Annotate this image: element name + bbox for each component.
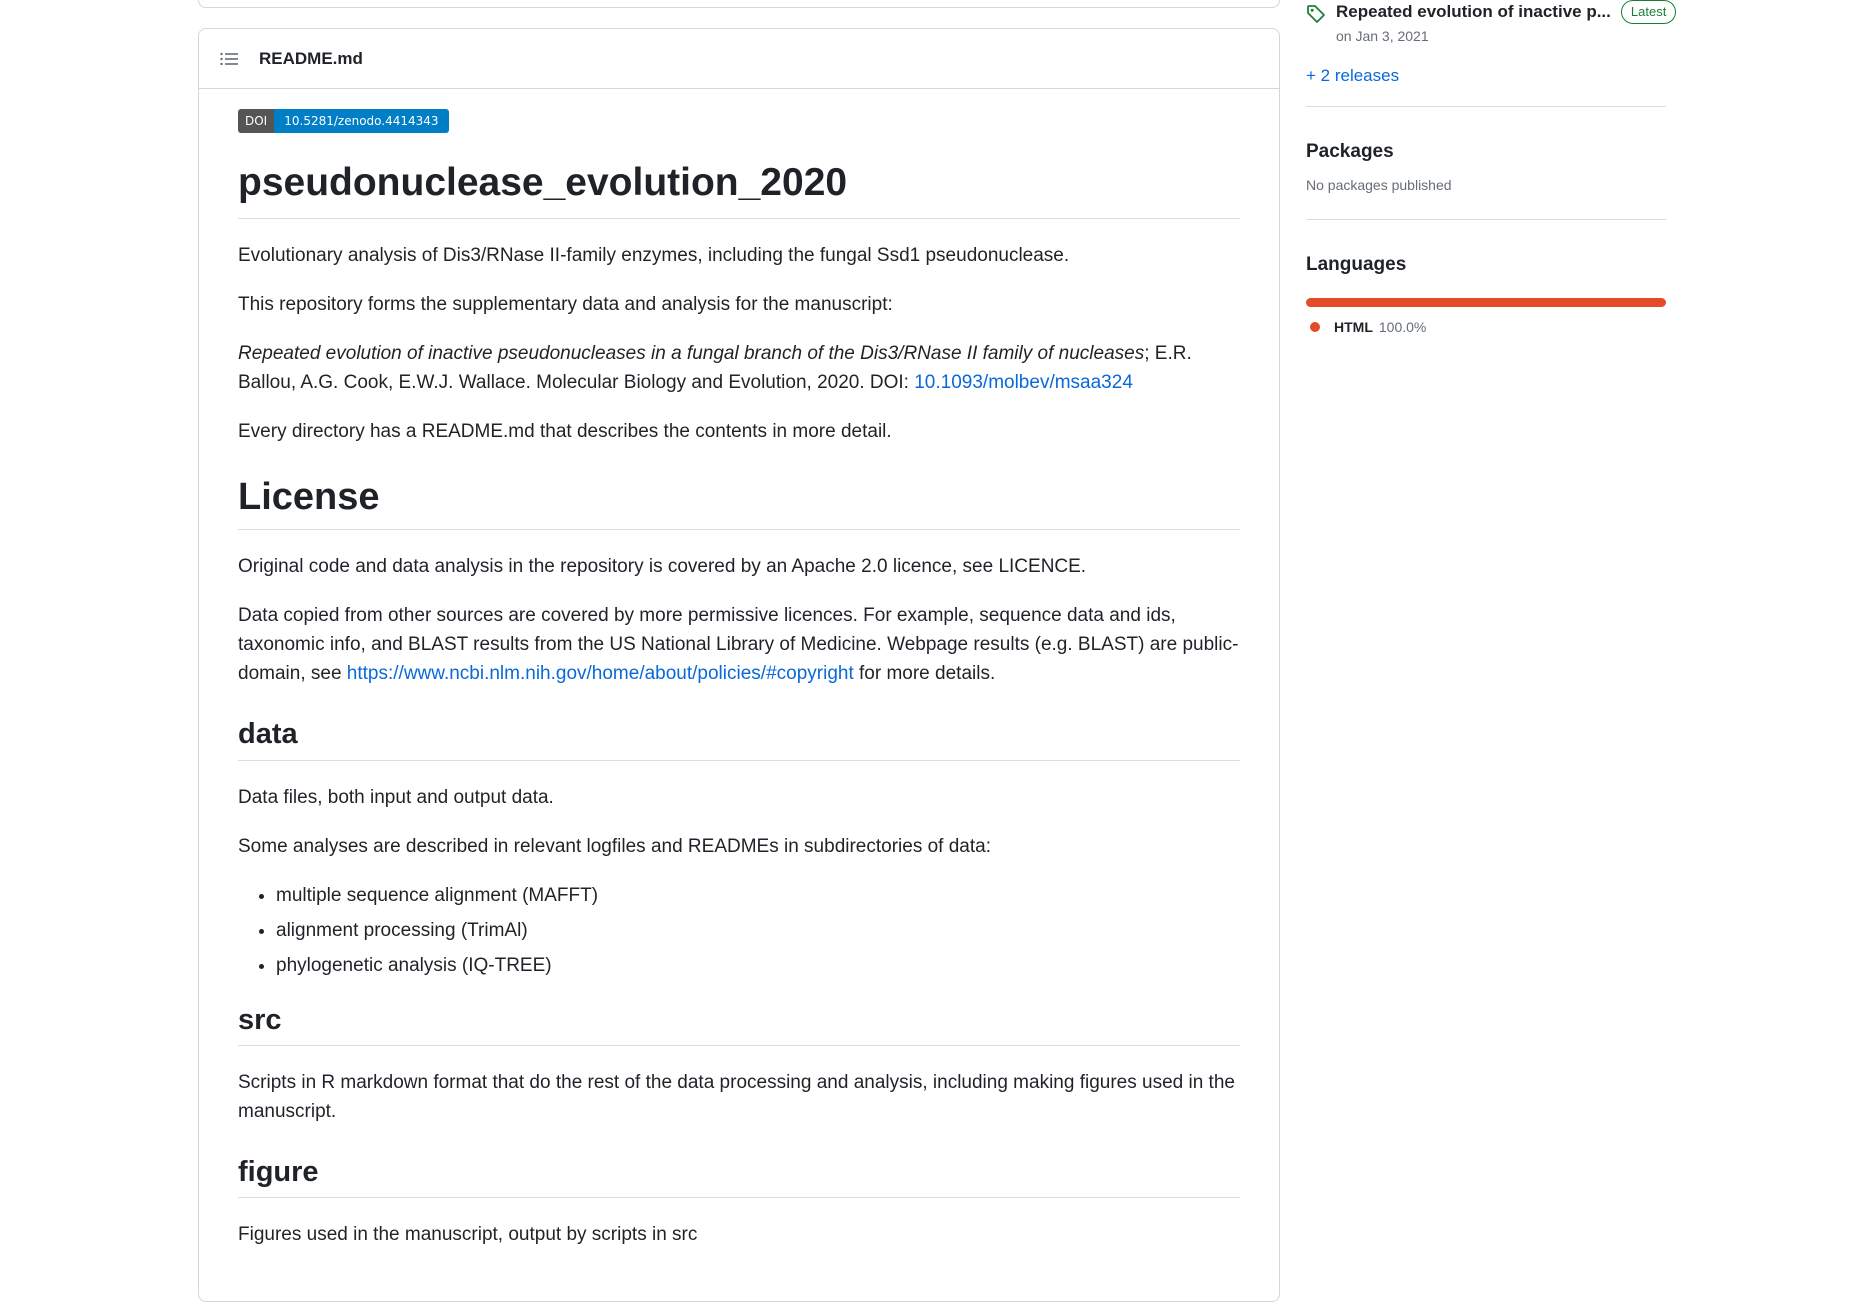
doi-badge-value: 10.5281/zenodo.4414343 [274,109,449,133]
supplementary-paragraph: This repository forms the supplementary … [238,293,893,315]
figure-heading: figure [238,1154,1240,1198]
src-heading: src [238,1002,1240,1046]
tag-icon [1306,4,1326,24]
languages-bar [1306,298,1666,307]
release-title[interactable]: Repeated evolution of inactive p... [1336,2,1611,22]
citation-title: Repeated evolution of inactive pseudonuc… [238,342,1145,364]
packages-empty-text: No packages published [1306,177,1452,193]
readme-header: README.md [199,29,1279,89]
license-paragraph-2-tail: for more details. [853,663,996,685]
license-heading: License [238,474,1240,531]
list-item: phylogenetic analysis (IQ-TREE) [276,951,1240,980]
latest-badge: Latest [1620,0,1677,24]
packages-heading[interactable]: Packages [1306,141,1666,163]
languages-heading: Languages [1306,254,1407,275]
language-percent: 100.0% [1378,319,1427,335]
readme-filename[interactable]: README.md [259,49,363,69]
more-releases-link[interactable]: + 2 releases [1306,66,1666,86]
citation-doi-link[interactable]: 10.1093/molbev/msaa324 [914,372,1133,393]
language-name: HTML [1334,319,1373,335]
data-analysis-list: multiple sequence alignment (MAFFT) alig… [238,881,1240,980]
citation-paragraph: Repeated evolution of inactive pseudonuc… [238,339,1240,397]
doi-badge[interactable]: DOI 10.5281/zenodo.4414343 [238,109,449,133]
intro-paragraph: Evolutionary analysis of Dis3/RNase II-f… [238,244,1070,266]
doi-badge-label: DOI [238,109,275,133]
directory-paragraph: Every directory has a README.md that des… [238,420,892,442]
list-item: alignment processing (TrimAl) [276,916,1240,945]
sidebar-divider [1306,219,1666,220]
sidebar-divider [1306,106,1666,107]
previous-panel-edge [198,0,1280,8]
data-heading: data [238,716,1240,761]
src-paragraph: Scripts in R markdown format that do the… [238,1071,1235,1122]
figure-paragraph: Figures used in the manuscript, output b… [238,1224,698,1245]
latest-release[interactable]: Repeated evolution of inactive p... Late… [1306,0,1677,24]
license-paragraph-1: Original code and data analysis in the r… [238,556,1087,578]
release-date: on Jan 3, 2021 [1336,28,1429,44]
data-paragraph-1: Data files, both input and output data. [238,786,554,808]
ncbi-copyright-link[interactable]: https://www.ncbi.nlm.nih.gov/home/about/… [347,663,854,684]
language-item-html[interactable]: HTML 100.0% [1306,319,1666,335]
table-of-contents-icon[interactable] [219,49,239,69]
sidebar: Repeated evolution of inactive p... Late… [1306,0,1677,335]
readme-panel: README.md DOI 10.5281/zenodo.4414343 pse… [198,28,1280,1302]
readme-article: DOI 10.5281/zenodo.4414343 pseudonucleas… [199,89,1279,1249]
data-paragraph-2: Some analyses are described in relevant … [238,835,991,857]
license-paragraph-2: Data copied from other sources are cover… [238,601,1240,688]
readme-title: pseudonuclease_evolution_2020 [238,159,1240,219]
list-item: multiple sequence alignment (MAFFT) [276,881,1240,910]
language-color-dot [1310,322,1320,332]
